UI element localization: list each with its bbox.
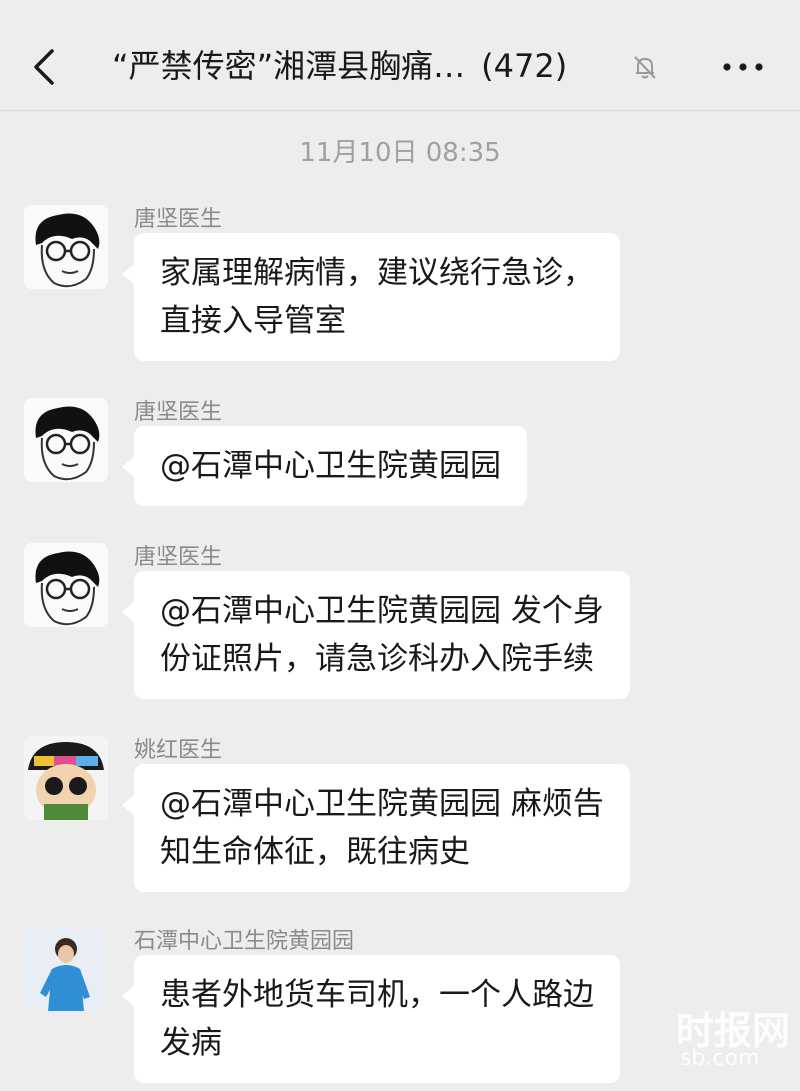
sender-name: 石潭中心卫生院黄园园 (134, 929, 355, 954)
cartoon-cap-sunglasses-avatar-icon (24, 736, 108, 820)
message-bubble[interactable]: @石潭中心卫生院黄园园 (122, 426, 527, 506)
back-button[interactable] (26, 42, 66, 92)
avatar[interactable] (24, 736, 108, 820)
chat-title: “严禁传密”湘潭县胸痛… (472) (112, 40, 567, 92)
sender-name: 唐坚医生 (134, 207, 223, 232)
mute-bell-icon (634, 56, 656, 79)
avatar[interactable] (24, 205, 108, 289)
chevron-left-icon (34, 49, 54, 85)
message-bubble[interactable]: @石潭中心卫生院黄园园 发个身 份证照片，请急诊科办入院手续 (122, 571, 630, 699)
avatar[interactable] (24, 398, 108, 482)
sender-name: 唐坚医生 (134, 545, 223, 570)
message-bubble[interactable]: 患者外地货车司机，一个人路边 发病 (122, 955, 620, 1083)
avatar[interactable] (24, 927, 108, 1011)
cartoon-glasses-man-avatar-icon (24, 398, 108, 482)
message-bubble[interactable]: @石潭中心卫生院黄园园 麻烦告 知生命体征，既往病史 (122, 764, 630, 892)
cartoon-glasses-man-avatar-icon (24, 543, 108, 627)
more-options-button[interactable] (718, 52, 768, 82)
message-bubble[interactable]: 家属理解病情，建议绕行急诊， 直接入导管室 (122, 233, 620, 361)
message-timestamp: 11月10日 08:35 (299, 138, 501, 168)
chat-header: “严禁传密”湘潭县胸痛… (472) (0, 0, 800, 111)
photo-person-blue-jacket-avatar-icon (24, 927, 108, 1011)
watermark-subtext: sb.com (680, 1046, 760, 1071)
member-count: (472) (481, 47, 568, 85)
avatar[interactable] (24, 543, 108, 627)
sender-name: 姚红医生 (134, 738, 223, 763)
more-dots-icon (723, 63, 763, 71)
sender-name: 唐坚医生 (134, 400, 223, 425)
group-name: “严禁传密”湘潭县胸痛… (112, 47, 466, 85)
cartoon-glasses-man-avatar-icon (24, 205, 108, 289)
